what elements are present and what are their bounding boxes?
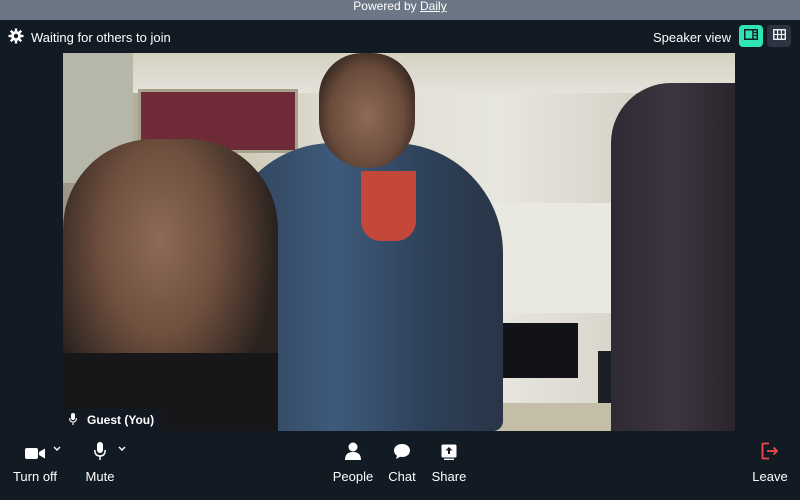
chevron-down-icon[interactable] — [52, 440, 62, 451]
people-label: People — [332, 469, 374, 484]
grid-view-icon — [772, 27, 786, 45]
video-person — [319, 53, 415, 168]
video-camera-icon — [25, 447, 45, 465]
chat-label: Chat — [388, 469, 416, 484]
video-background — [493, 323, 578, 378]
chat-bubble-icon — [393, 443, 411, 465]
gear-icon[interactable] — [8, 28, 24, 44]
grid-view-button[interactable] — [767, 25, 791, 47]
chat-button[interactable]: Chat — [383, 431, 421, 500]
leave-icon — [761, 442, 779, 465]
share-button[interactable]: Share — [429, 431, 469, 500]
speaker-view-icon — [744, 27, 758, 45]
microphone-icon — [69, 412, 77, 428]
powered-by-text: Powered by — [353, 0, 417, 13]
camera-toggle-label: Turn off — [12, 469, 58, 484]
share-label: Share — [431, 469, 467, 484]
video-person — [611, 83, 735, 431]
call-controls: Turn off Mute People Chat Share Leave — [0, 431, 800, 500]
daily-link[interactable]: Daily — [420, 0, 447, 13]
mute-label: Mute — [85, 469, 115, 484]
powered-by-banner: Powered by Daily — [0, 0, 800, 20]
video-person — [361, 171, 416, 241]
leave-button[interactable]: Leave — [748, 431, 792, 500]
person-icon — [345, 442, 361, 465]
people-button[interactable]: People — [330, 431, 376, 500]
waiting-status: Waiting for others to join — [31, 30, 171, 45]
participant-video — [63, 53, 735, 431]
call-header: Waiting for others to join Speaker view — [0, 20, 800, 53]
video-stage: Guest (You) — [0, 53, 800, 431]
participant-name: Guest (You) — [87, 413, 155, 427]
speaker-view-button[interactable] — [739, 25, 763, 47]
view-mode-label: Speaker view — [652, 30, 731, 45]
microphone-icon — [94, 442, 106, 465]
participant-name-tag: Guest (You) — [63, 409, 163, 431]
share-screen-icon — [441, 444, 457, 465]
chevron-down-icon[interactable] — [117, 440, 127, 451]
leave-label: Leave — [752, 469, 788, 484]
mute-button[interactable]: Mute — [80, 431, 120, 500]
